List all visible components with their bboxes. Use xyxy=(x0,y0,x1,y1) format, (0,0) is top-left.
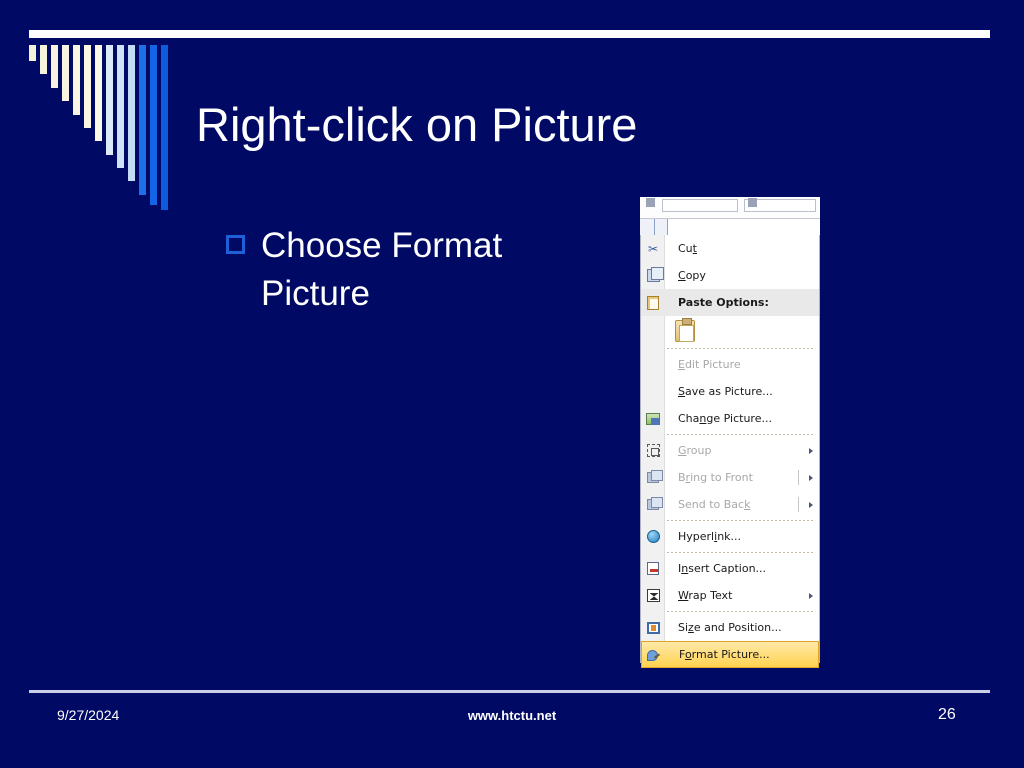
footer-page-number: 26 xyxy=(938,706,956,723)
menu-item-paste-options[interactable]: Paste Options: xyxy=(641,289,819,316)
menu-item-label: Insert Caption... xyxy=(678,562,767,575)
ribbon-field xyxy=(662,199,738,212)
bullet-text: Choose Format Picture xyxy=(261,226,503,313)
deco-bar xyxy=(106,45,113,155)
menu-item-label: Size and Position... xyxy=(678,621,782,634)
menu-item-hyperlink[interactable]: Hyperlink... xyxy=(641,523,819,550)
menu-item-label: Cut xyxy=(678,242,697,255)
chevron-right-icon xyxy=(803,437,819,464)
chevron-right-icon xyxy=(803,491,819,518)
menu-item-label: Save as Picture... xyxy=(678,385,773,398)
menu-item-copy[interactable]: Copy xyxy=(641,262,819,289)
menu-item-save-as-picture[interactable]: Save as Picture... xyxy=(641,378,819,405)
mini-cell xyxy=(640,219,654,235)
bar-fan-graphic xyxy=(29,45,179,210)
menu-item-label: Hyperlink... xyxy=(678,530,742,543)
deco-bar xyxy=(95,45,102,141)
menu-item-size-and-position[interactable]: Size and Position... xyxy=(641,614,819,641)
change-picture-icon xyxy=(641,405,665,432)
list-item: Choose Format Picture xyxy=(226,222,586,318)
bullet-list: Choose Format Picture xyxy=(226,222,586,318)
picture-context-menu-screenshot: ✂ Cut Copy Paste Options: Edit Picture Save a… xyxy=(640,197,820,668)
deco-bar xyxy=(40,45,47,74)
menu-item-no-icon xyxy=(641,351,665,378)
mini-toolbar-strip xyxy=(640,219,820,235)
menu-item-no-icon xyxy=(641,378,665,405)
deco-bar xyxy=(84,45,91,128)
menu-item-divider xyxy=(798,497,799,512)
menu-item-list: ✂ Cut Copy Paste Options: Edit Picture Save a… xyxy=(641,235,819,668)
menu-item-wrap-text[interactable]: Wrap Text xyxy=(641,582,819,609)
format-picture-icon xyxy=(642,641,666,668)
menu-item-edit-picture: Edit Picture xyxy=(641,351,819,378)
copy-icon xyxy=(641,262,665,289)
menu-item-send-to-back: Send to Back xyxy=(641,491,819,518)
clipboard-icon xyxy=(675,318,695,342)
deco-bar xyxy=(161,45,168,210)
header-rule xyxy=(29,30,990,38)
deco-bar xyxy=(139,45,146,195)
menu-item-cut[interactable]: ✂ Cut xyxy=(641,235,819,262)
chevron-right-icon xyxy=(803,464,819,491)
menu-item-label: Format Picture... xyxy=(679,648,770,661)
footer-url: www.htctu.net xyxy=(467,708,557,723)
menu-item-bring-to-front: Bring to Front xyxy=(641,464,819,491)
ribbon-icon xyxy=(748,198,757,207)
ribbon-fragment xyxy=(640,197,820,219)
caption-icon xyxy=(641,555,665,582)
deco-bar xyxy=(51,45,58,88)
menu-item-label: Paste Options: xyxy=(678,296,769,309)
menu-item-label: Group xyxy=(678,444,712,457)
bring-front-icon xyxy=(641,464,665,491)
globe-link-icon xyxy=(641,523,665,550)
menu-item-change-picture[interactable]: Change Picture... xyxy=(641,405,819,432)
menu-item-format-picture[interactable]: Format Picture... xyxy=(641,641,819,668)
menu-item-label: Send to Back xyxy=(678,498,751,511)
scissors-icon: ✂ xyxy=(647,241,659,256)
menu-item-divider xyxy=(798,470,799,485)
deco-bar xyxy=(128,45,135,181)
chevron-right-icon xyxy=(803,582,819,609)
menu-item-label: Bring to Front xyxy=(678,471,753,484)
menu-item-label: Wrap Text xyxy=(678,589,733,602)
page-title: Right-click on Picture xyxy=(196,98,638,151)
deco-bar xyxy=(29,45,36,61)
group-icon xyxy=(641,437,665,464)
paste-icon xyxy=(641,289,665,316)
paste-option-button[interactable] xyxy=(641,316,819,346)
mini-cell xyxy=(667,219,820,235)
menu-item-insert-caption[interactable]: Insert Caption... xyxy=(641,555,819,582)
context-menu-panel: ✂ Cut Copy Paste Options: Edit Picture Save a… xyxy=(640,235,820,668)
deco-bar xyxy=(150,45,157,205)
deco-bar xyxy=(117,45,124,168)
menu-item-label: Edit Picture xyxy=(678,358,741,371)
mini-cell xyxy=(654,219,667,235)
deco-bar xyxy=(62,45,69,101)
square-bullet-icon xyxy=(226,235,245,254)
menu-item-label: Copy xyxy=(678,269,706,282)
menu-item-group: Group xyxy=(641,437,819,464)
menu-item-label: Change Picture... xyxy=(678,412,772,425)
ribbon-icon xyxy=(646,198,655,207)
send-back-icon xyxy=(641,491,665,518)
footer-rule xyxy=(29,690,990,693)
deco-bar xyxy=(73,45,80,115)
wrap-text-icon xyxy=(641,582,665,609)
size-position-icon xyxy=(641,614,665,641)
